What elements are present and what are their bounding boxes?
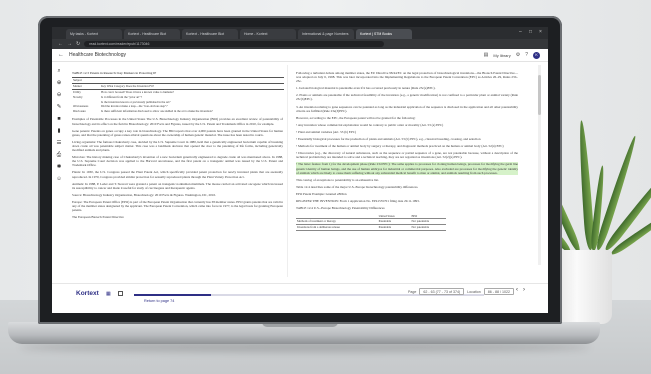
list-item: 1. Isolated biological material is paten… <box>296 86 436 91</box>
browser-tab-active[interactable]: Kortext | STM Books <box>356 29 412 39</box>
scrollbar-thumb[interactable] <box>538 75 541 115</box>
list-item: • Any invention whose commercial exploit… <box>296 122 444 127</box>
previous-page-icon[interactable]: ‹ <box>516 287 518 293</box>
list-item: 3. An invention relating to gene sequenc… <box>296 104 518 113</box>
body-paragraph: Source: Biotechnology Industry Organizat… <box>72 192 216 197</box>
body-paragraph: Following a turbulent debate among membe… <box>296 71 518 84</box>
print-icon[interactable]: ⎙ <box>57 152 61 158</box>
browser-tab[interactable]: Home - Kortext <box>240 29 296 39</box>
body-paragraph: Examples of Patentable Processes in the … <box>72 117 283 126</box>
search-icon[interactable]: ⌕ <box>57 68 60 74</box>
table-cell: Patentable <box>377 224 411 231</box>
body-paragraph: Animals: In 1988, P. Leder and T. Stewar… <box>72 181 283 190</box>
table-title: TABLE 12.3 Patents in Research: Key Mark… <box>72 71 157 75</box>
minimize-icon[interactable]: – <box>519 30 524 35</box>
table-cell: Disclosure <box>73 109 86 114</box>
window-controls: – □ × <box>519 30 544 35</box>
forward-arrow-icon[interactable]: → <box>67 41 72 47</box>
close-icon[interactable]: × <box>539 30 544 35</box>
table-row: Disclosure Is there sufficient informati… <box>72 109 284 114</box>
gear-icon[interactable]: ⚙ <box>516 52 520 58</box>
browser-tab[interactable]: Kortext - Healthcare Biot <box>182 29 238 39</box>
page-location-info: Page 62 - 63 (77 - 73 of 374) Location 8… <box>408 288 514 295</box>
body-paragraph: EPO Patent Example: Granted eBiTen <box>296 191 347 196</box>
reader-footer: Kortext ▦ Return to page 74 Page 62 - 63… <box>52 283 548 313</box>
address-input[interactable]: read.kortext.com/reader/epub/1173046 <box>84 41 385 47</box>
table-title: TABLE 12.4 U.S.–Europe Biotechnology Pat… <box>296 206 385 211</box>
browser-tab[interactable]: Kortext - Healthcare Biot <box>124 29 180 39</box>
body-paragraph: Table 12.4 describes some of the major U… <box>296 184 419 189</box>
body-paragraph: However, according to the EPC, the Europ… <box>296 115 416 120</box>
header-actions: ▤ My library ⚙ ? K <box>484 51 548 59</box>
grid-icon: ▦ <box>106 291 111 297</box>
laptop-screen: My tasks - Kortext Kortext - Healthcare … <box>52 27 548 313</box>
patent-markers-table: Subject Marker Key What Category Does th… <box>72 77 284 113</box>
highlighted-paragraph[interactable]: • The latter feature from 1) for the dev… <box>296 162 518 175</box>
reader-header: ← Healthcare Biotechnology ▤ My library … <box>52 49 548 62</box>
browser-url-bar: ← → ↻ read.kortext.com/reader/epub/11730… <box>52 39 548 49</box>
zoom-in-icon[interactable]: ⊕ <box>57 80 62 86</box>
back-arrow-icon[interactable]: ← <box>58 41 63 47</box>
my-library-link[interactable]: My library <box>493 53 510 58</box>
kortext-logo: Kortext <box>76 290 99 297</box>
next-page-icon[interactable]: › <box>523 287 525 293</box>
help-icon[interactable]: ? <box>525 52 528 58</box>
page-scrollbar[interactable] <box>538 65 541 265</box>
reader-toolbar: ⌕ ⊕ ⊖ ✎ ■ ▮ ☰ ⎙ ✱ ☺ <box>52 62 66 282</box>
left-page: TABLE 12.3 Patents in Research: Key Mark… <box>68 65 288 277</box>
bookmark-icon[interactable]: ▮ <box>57 128 60 134</box>
zoom-out-icon[interactable]: ⊖ <box>57 92 62 98</box>
body-paragraph: This catalog of exceptions to patentabil… <box>296 177 379 182</box>
browser-tab-bar: My tasks - Kortext Kortext - Healthcare … <box>52 27 548 39</box>
page-input[interactable]: 62 - 63 (77 - 73 of 374) <box>419 288 465 295</box>
library-icon[interactable]: ▤ <box>484 52 489 58</box>
highlight-icon[interactable]: ✎ <box>57 104 62 110</box>
page-navigation: ‹ › <box>516 287 525 293</box>
list-item: 2. Plants or animals are patentable if t… <box>296 93 518 102</box>
list-item: • Discoveries (e.g., the discovery of na… <box>296 151 518 160</box>
reload-icon[interactable]: ↻ <box>76 41 80 47</box>
table-cell: Not patentable <box>410 224 446 231</box>
body-paragraph: Gene patents: Patents on genes occupy a … <box>72 128 283 137</box>
list-item: • Plant and animal varieties (Art. 53 (b… <box>296 129 357 134</box>
sidebar-toggle-icon[interactable] <box>118 291 123 296</box>
page-label: Page <box>408 289 417 294</box>
body-paragraph: REGISTER THE INVENTION: From 1 Applicati… <box>296 198 420 203</box>
accessibility-icon[interactable]: ☺ <box>56 176 62 182</box>
browser-tab[interactable]: My tasks - Kortext <box>66 29 122 39</box>
body-paragraph: Europe: The European Patent Office (EPO)… <box>72 199 283 213</box>
location-input[interactable]: 86 - 88 / 1022 <box>483 288 514 295</box>
list-item: • Methods for treatment of the human or … <box>296 144 504 149</box>
body-paragraph: Living organisms: The famous Chakrabarty… <box>72 139 283 153</box>
right-page: Following a turbulent debate among membe… <box>292 65 522 277</box>
maximize-icon[interactable]: □ <box>529 30 534 35</box>
reading-progress-fill <box>134 294 211 296</box>
avatar[interactable]: K <box>533 51 540 59</box>
table-cell: Inventions from a deliberate release <box>296 224 378 231</box>
settings-icon[interactable]: ✱ <box>57 164 62 170</box>
browser-tab[interactable]: International & page Numbers <box>298 29 354 39</box>
contents-icon[interactable]: ☰ <box>57 140 62 146</box>
list-item: • Essentially biological processes for t… <box>296 137 481 142</box>
body-paragraph: The European Biotech Patent Directive <box>72 215 124 220</box>
table-cell: Is there sufficient information disclose… <box>101 109 213 114</box>
back-icon[interactable]: ← <box>58 52 64 58</box>
book-title: Healthcare Biotechnology <box>69 52 126 58</box>
body-paragraph: Plants: In 1930, the U.S. Congress passe… <box>72 170 283 179</box>
location-label: Location <box>467 289 481 294</box>
note-icon[interactable]: ■ <box>57 116 60 122</box>
return-to-page-link[interactable]: Return to page 74 <box>144 299 174 303</box>
table-row: Inventions from a deliberate release Pat… <box>296 224 446 231</box>
differences-table: United States EPO Methods of treatment o… <box>296 213 446 231</box>
body-paragraph: Microbes: The history making case of Cha… <box>72 155 283 168</box>
